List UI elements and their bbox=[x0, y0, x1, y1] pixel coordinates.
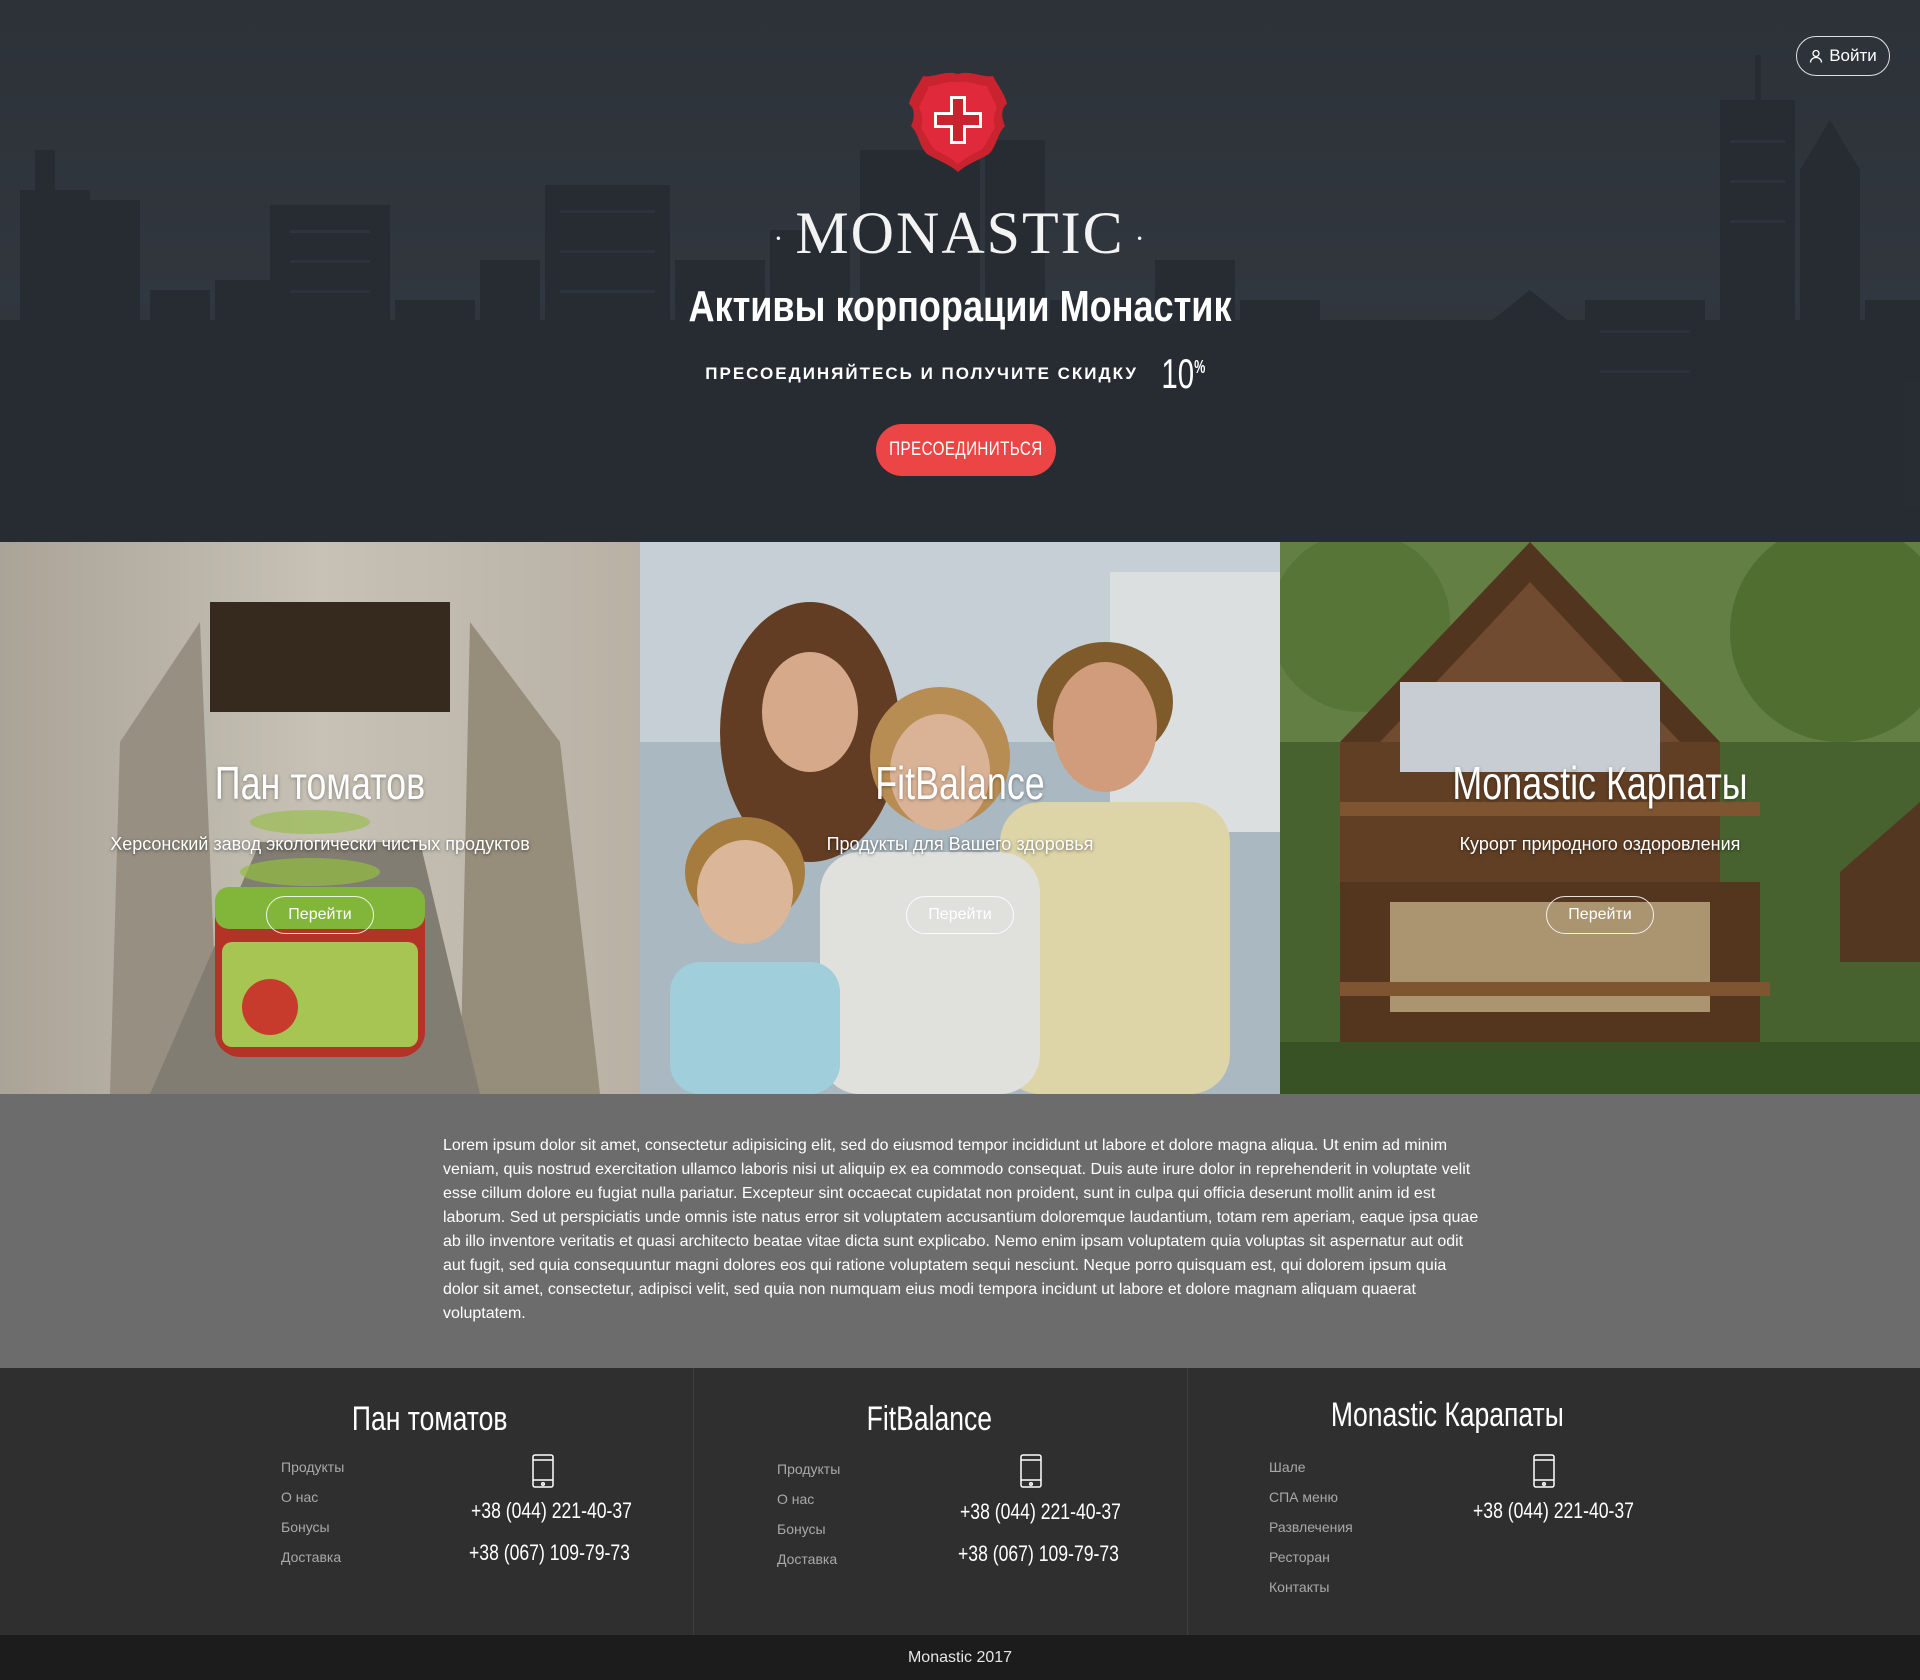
card-title: Monastic Карпаты bbox=[1452, 757, 1748, 809]
phone-number[interactable]: +38 (044) 221-40-37 bbox=[960, 1499, 1121, 1525]
go-button-label: Перейти bbox=[928, 906, 992, 923]
login-label: Войти bbox=[1829, 46, 1877, 65]
footer-link[interactable]: Продукты bbox=[281, 1452, 344, 1482]
smartphone-icon bbox=[1020, 1454, 1042, 1488]
footer-column-title: FitBalance bbox=[866, 1400, 992, 1438]
hero-section: Войти · MONASTIC · Активы корпорации Монас… bbox=[0, 0, 1920, 542]
footer-links: Продукты О нас Бонусы Доставка bbox=[281, 1452, 344, 1572]
brand-wordmark: · MONASTIC · bbox=[660, 198, 1260, 274]
go-button-label: Перейти bbox=[288, 906, 352, 923]
footer-links: Продукты О нас Бонусы Доставка bbox=[777, 1454, 840, 1574]
footer-link[interactable]: Доставка bbox=[281, 1542, 344, 1572]
footer-column-pan-tomatov: Пан томатов Продукты О нас Бонусы Достав… bbox=[0, 1368, 694, 1635]
footer-link[interactable]: Бонусы bbox=[777, 1514, 840, 1544]
footer-column-monastic-karpaty: Monastic Карапаты Шале СПА меню Развлече… bbox=[1188, 1368, 1920, 1635]
user-icon bbox=[1810, 49, 1823, 63]
footer-column-title: Пан томатов bbox=[351, 1400, 508, 1438]
footer: Пан томатов Продукты О нас Бонусы Достав… bbox=[0, 1368, 1920, 1635]
card-go-button[interactable]: Перейти bbox=[266, 896, 374, 934]
discount-unit: % bbox=[1194, 357, 1206, 377]
brand-dot-right: · bbox=[1134, 222, 1147, 256]
card-title: FitBalance bbox=[875, 757, 1045, 809]
card-title: Пан томатов bbox=[214, 757, 426, 809]
companies-cards: Пан томатов Херсонский завод экологическ… bbox=[0, 542, 1920, 1094]
footer-link[interactable]: Доставка bbox=[777, 1544, 840, 1574]
discount-offer: ПРЕСОЕДИНЯЙТЕСЬ И ПОЛУЧИТЕ СКИДКУ 10% bbox=[660, 350, 1260, 398]
smartphone-icon bbox=[1533, 1454, 1555, 1488]
brand-dot-left: · bbox=[773, 222, 786, 256]
phone-number[interactable]: +38 (044) 221-40-37 bbox=[471, 1498, 632, 1524]
footer-link[interactable]: Развлечения bbox=[1269, 1512, 1353, 1542]
footer-link[interactable]: Контакты bbox=[1269, 1572, 1353, 1602]
footer-links: Шале СПА меню Развлечения Ресторан Конта… bbox=[1269, 1452, 1353, 1602]
footer-link[interactable]: О нас bbox=[281, 1482, 344, 1512]
card-description: Продукты для Вашего здоровья bbox=[826, 834, 1094, 854]
card-pan-tomatov: Пан томатов Херсонский завод экологическ… bbox=[0, 542, 640, 1094]
footer-column-fitbalance: FitBalance Продукты О нас Бонусы Доставк… bbox=[694, 1368, 1188, 1635]
login-button[interactable]: Войти bbox=[1796, 36, 1890, 76]
brand-name: MONASTIC bbox=[795, 200, 1125, 266]
go-button-label: Перейти bbox=[1568, 906, 1632, 923]
card-description: Курорт природного оздоровления bbox=[1459, 834, 1741, 854]
discount-value: 10% bbox=[1161, 350, 1205, 398]
card-go-button[interactable]: Перейти bbox=[906, 896, 1014, 934]
phone-number[interactable]: +38 (044) 221-40-37 bbox=[1473, 1498, 1634, 1524]
smartphone-icon bbox=[532, 1454, 554, 1488]
about-section: Lorem ipsum dolor sit amet, consectetur … bbox=[0, 1094, 1920, 1368]
phone-number[interactable]: +38 (067) 109-79-73 bbox=[469, 1540, 630, 1566]
phone-number[interactable]: +38 (067) 109-79-73 bbox=[958, 1541, 1119, 1567]
copyright: Monastic 2017 bbox=[0, 1635, 1920, 1680]
footer-column-title: Monastic Карапаты bbox=[1330, 1396, 1564, 1434]
card-description: Херсонский завод экологически чистых про… bbox=[110, 834, 530, 854]
join-button-label: ПРЕСОЕДИНИТЬСЯ bbox=[889, 439, 1043, 460]
footer-link[interactable]: Ресторан bbox=[1269, 1542, 1353, 1572]
footer-link[interactable]: Бонусы bbox=[281, 1512, 344, 1542]
footer-link[interactable]: СПА меню bbox=[1269, 1482, 1353, 1512]
monastic-crest-logo bbox=[909, 72, 1007, 172]
card-go-button[interactable]: Перейти bbox=[1546, 896, 1654, 934]
footer-link[interactable]: Продукты bbox=[777, 1454, 840, 1484]
discount-text: ПРЕСОЕДИНЯЙТЕСЬ И ПОЛУЧИТЕ СКИДКУ bbox=[705, 364, 1138, 383]
footer-link[interactable]: Шале bbox=[1269, 1452, 1353, 1482]
footer-link[interactable]: О нас bbox=[777, 1484, 840, 1514]
card-fitbalance: FitBalance Продукты для Вашего здоровья … bbox=[640, 542, 1280, 1094]
about-text: Lorem ipsum dolor sit amet, consectetur … bbox=[443, 1137, 1479, 1322]
discount-number: 10 bbox=[1161, 350, 1195, 397]
join-button[interactable]: ПРЕСОЕДИНИТЬСЯ bbox=[876, 424, 1056, 476]
hero-title: Активы корпорации Монастик bbox=[688, 282, 1232, 331]
card-monastic-karpaty: Monastic Карпаты Курорт природного оздор… bbox=[1280, 542, 1920, 1094]
